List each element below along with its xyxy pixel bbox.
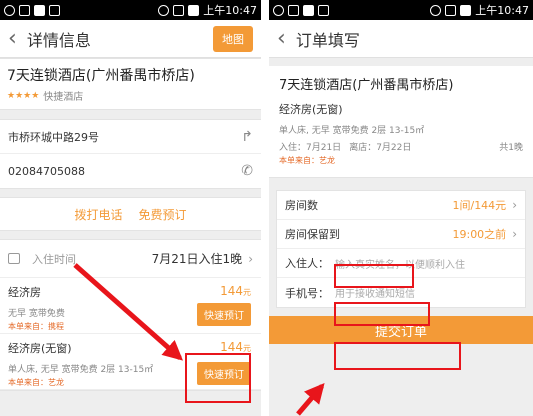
nights-count: 共1晚	[499, 143, 523, 153]
hotel-header: 7天连锁酒店(广州番禺市桥店) ★★★★ 快捷酒店	[0, 58, 261, 110]
room-desc: 单人床, 无早 宽带免费 2层 13-15㎡	[279, 126, 425, 136]
phone-row[interactable]: 02084705088 ✆	[0, 154, 261, 188]
hotel-name: 7天连锁酒店(广州番禺市桥店)	[7, 68, 195, 84]
back-chevron-icon[interactable]: ‹	[8, 27, 17, 50]
page-title: 订单填写	[295, 30, 360, 50]
nav-bar: ‹ 详情信息 地图	[0, 20, 261, 58]
hold-row[interactable]: 房间保留到 19:00之前 ›	[277, 220, 525, 249]
clock: 上午10:47	[203, 4, 257, 17]
address-text: 市桥环城中路29号	[8, 130, 99, 144]
order-summary: 7天连锁酒店(广州番禺市桥店) 经济房(无窗) 单人床, 无早 宽带免费 2层 …	[269, 66, 533, 178]
checkout-date: 离店：7月22日	[349, 143, 412, 153]
quick-book-button[interactable]: 快速预订	[197, 303, 251, 326]
checkin-date: 入住：7月21日	[279, 143, 342, 153]
detail-screen: 上午10:47 ‹ 详情信息 地图 7天连锁酒店(广州番禺市桥店) ★★★★ 快…	[0, 0, 261, 416]
mobile-row: 手机号： 用于接收通知短信	[277, 278, 525, 307]
hold-label: 房间保留到	[285, 228, 340, 241]
back-chevron-icon[interactable]: ‹	[277, 27, 286, 50]
room-name: 经济房	[8, 286, 41, 299]
screenshot-stage: 上午10:47 ‹ 详情信息 地图 7天连锁酒店(广州番禺市桥店) ★★★★ 快…	[0, 0, 533, 416]
chevron-right-icon: ›	[248, 251, 253, 266]
app-icon	[303, 4, 314, 16]
hotel-category: 快捷酒店	[43, 92, 84, 103]
image-icon	[318, 4, 329, 16]
rooms-label: 房间数	[285, 199, 318, 212]
room-name: 经济房(无窗)	[279, 103, 343, 116]
wifi-icon	[430, 4, 442, 16]
guest-name-input[interactable]: 输入真实姓名	[335, 256, 395, 271]
notification-icon	[4, 4, 15, 16]
notification-icon	[273, 4, 284, 16]
wifi-icon	[158, 4, 170, 16]
page-title: 详情信息	[26, 30, 91, 50]
checkin-label: 入住时间	[32, 252, 76, 266]
guest-label: 入住人：	[285, 257, 329, 270]
hotel-name: 7天连锁酒店(广州番禺市桥店)	[279, 78, 454, 93]
status-bar: 上午10:47	[269, 0, 533, 20]
hold-value: 19:00之前	[452, 228, 507, 241]
rooms-card: 入住时间 7月21日入住1晚 › 经济房 144元 无早 宽带免费 本单来自：携…	[0, 239, 261, 391]
notification-icon	[19, 4, 30, 16]
calendar-icon	[8, 253, 20, 264]
address-row[interactable]: 市桥环城中路29号 ↱	[0, 120, 261, 154]
nav-bar: ‹ 订单填写	[269, 20, 533, 58]
phone-icon[interactable]: ✆	[241, 163, 253, 179]
quick-book-button[interactable]: 快速预订	[197, 362, 251, 385]
battery-icon	[188, 4, 200, 16]
mobile-label: 手机号：	[285, 286, 329, 300]
room-item[interactable]: 经济房 144元 无早 宽带免费 本单来自：携程 快速预订	[0, 278, 261, 334]
submit-order-button[interactable]: 提交订单	[269, 316, 533, 344]
highlight-box	[334, 342, 461, 370]
chevron-right-icon: ›	[512, 198, 517, 212]
clock: 上午10:47	[475, 4, 529, 17]
rooms-row[interactable]: 房间数 1间/144元 ›	[277, 191, 525, 220]
map-button[interactable]: 地图	[213, 25, 253, 52]
signal-icon	[173, 4, 185, 16]
order-form: 房间数 1间/144元 › 房间保留到 19:00之前 › 入住人： 输入真实姓…	[276, 190, 526, 308]
call-link[interactable]: 拨打电话	[74, 206, 122, 223]
room-price: 144元	[220, 284, 251, 298]
guest-hint: ，以便顺利入住	[395, 259, 465, 271]
order-source: 本单来自：艺龙	[279, 156, 335, 165]
directions-icon[interactable]: ↱	[241, 129, 253, 145]
checkin-row[interactable]: 入住时间 7月21日入住1晚 ›	[0, 240, 261, 278]
status-bar: 上午10:47	[0, 0, 261, 20]
free-booking-link[interactable]: 免费预订	[139, 206, 187, 223]
image-icon	[49, 4, 60, 16]
order-screen: 上午10:47 ‹ 订单填写 7天连锁酒店(广州番禺市桥店) 经济房(无窗) 单…	[269, 0, 533, 416]
action-bar: 拨打电话 免费预订	[0, 197, 261, 231]
rooms-value: 1间/144元	[452, 199, 507, 212]
phone-number: 02084705088	[8, 164, 85, 178]
chevron-right-icon: ›	[512, 227, 517, 241]
checkin-value: 7月21日入住1晚	[151, 252, 243, 266]
star-rating-icon: ★★★★	[7, 90, 40, 101]
room-item[interactable]: 经济房(无窗) 144元 单人床, 无早 宽带免费 2层 13-15㎡ 本单来自…	[0, 334, 261, 390]
battery-icon	[460, 4, 472, 16]
room-name: 经济房(无窗)	[8, 342, 72, 355]
contact-card: 市桥环城中路29号 ↱ 02084705088 ✆	[0, 119, 261, 189]
signal-icon	[445, 4, 457, 16]
app-icon	[34, 4, 45, 16]
notification-icon	[288, 4, 299, 16]
mobile-input[interactable]: 用于接收通知短信	[335, 285, 415, 300]
room-price: 144元	[220, 340, 251, 354]
guest-row: 入住人： 输入真实姓名 ，以便顺利入住	[277, 249, 525, 278]
